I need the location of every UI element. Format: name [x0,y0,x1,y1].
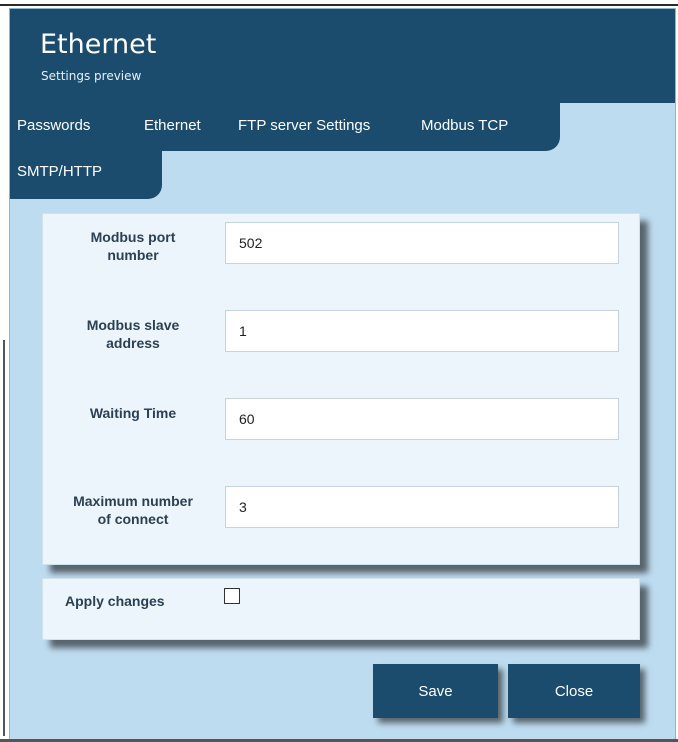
field-label-modbus-slave-address: Modbus slave address [63,316,203,352]
save-button[interactable]: Save [373,664,498,718]
modbus-slave-address-input[interactable] [225,310,619,352]
modbus-settings-panel: Modbus port number Modbus slave address … [42,213,640,565]
field-label-waiting-time: Waiting Time [63,404,203,422]
dialog-header: Ethernet Settings preview [10,9,675,103]
tab-ftp-server-settings[interactable]: FTP server Settings [238,117,370,134]
label-line: Maximum number [73,493,193,509]
tab-bar-row-2: SMTP/HTTP [10,151,162,199]
label-line: Modbus port [90,229,176,245]
label-line: Waiting Time [89,405,177,421]
waiting-time-input[interactable] [225,398,619,440]
tab-bar-row-1: Passwords Ethernet FTP server Settings M… [10,103,560,151]
apply-changes-label: Apply changes [65,593,165,609]
settings-dialog: Ethernet Settings preview Passwords Ethe… [9,8,676,740]
tab-smtp-http[interactable]: SMTP/HTTP [17,163,102,180]
modbus-port-input[interactable] [225,222,619,264]
window-top-border [0,4,678,6]
maximum-connections-input[interactable] [225,486,619,528]
apply-changes-panel: Apply changes [42,578,640,640]
label-line: Modbus slave [86,317,180,333]
field-label-modbus-port: Modbus port number [63,228,203,264]
tab-ethernet[interactable]: Ethernet [144,117,201,134]
label-line: address [106,335,160,351]
window-left-border [3,340,5,736]
close-button[interactable]: Close [508,664,640,718]
tab-passwords[interactable]: Passwords [17,117,90,134]
page-title: Ethernet [40,29,157,60]
field-label-maximum-connections: Maximum number of connect [53,492,213,528]
tab-modbus-tcp[interactable]: Modbus TCP [421,117,508,134]
label-line: number [107,247,159,263]
page-subtitle: Settings preview [41,69,142,83]
label-line: of connect [97,511,169,527]
apply-changes-checkbox[interactable] [224,588,240,604]
